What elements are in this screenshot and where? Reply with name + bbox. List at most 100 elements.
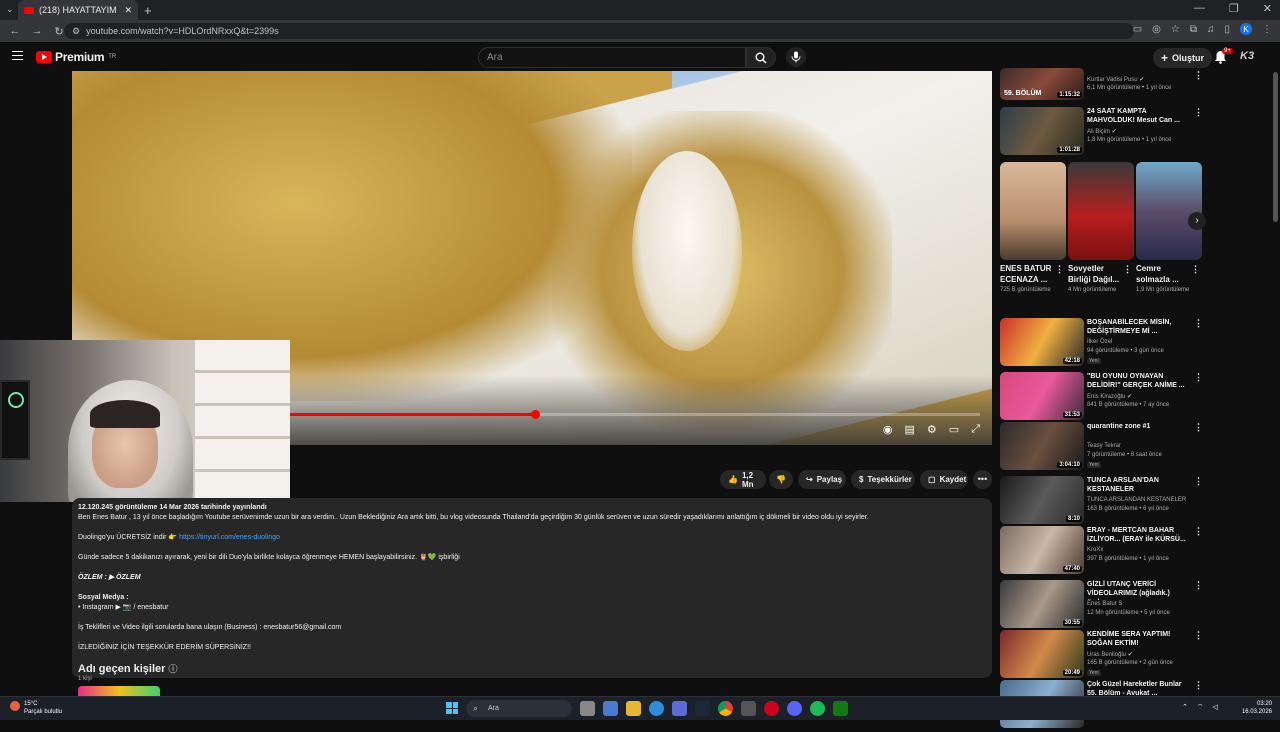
video-title[interactable]: "BU OYUNU OYNAYAN DELİDİR!" GERÇEK ANİME… xyxy=(1087,372,1191,390)
video-menu-icon[interactable]: ⋮ xyxy=(1194,107,1203,118)
video-menu-icon[interactable]: ⋮ xyxy=(1194,70,1203,81)
short-thumbnail[interactable] xyxy=(1000,162,1066,260)
cast-icon[interactable]: ▭ xyxy=(1133,24,1142,35)
thanks-button[interactable]: $ Teşekkürler xyxy=(851,470,915,489)
video-channel[interactable]: Uras Benlioğlu ✔ xyxy=(1087,651,1197,658)
close-window-icon[interactable]: ✕ xyxy=(1263,2,1272,15)
video-thumbnail[interactable]: 3:04:10 xyxy=(1000,422,1084,470)
video-title[interactable]: KENDİME SERA YAPTIM! SOĞAN EKTİM! xyxy=(1087,630,1191,648)
progress-scrubber[interactable] xyxy=(530,410,540,419)
video-channel[interactable]: İlker Özel xyxy=(1087,339,1197,345)
short-title[interactable]: ENES BATUR ECENAZA ... xyxy=(1000,263,1056,285)
info-icon[interactable]: ⓘ xyxy=(169,664,178,674)
sidebar-video[interactable]: 3:04:10 quarantine zone #1 Teasy Tekrar 7 g… xyxy=(1000,422,1205,474)
duolingo-link[interactable]: https://tinyurl.com/enes-duolingo xyxy=(179,534,280,541)
voice-search-button[interactable] xyxy=(786,47,806,67)
video-channel[interactable]: Enes Batur S xyxy=(1087,601,1197,607)
share-button[interactable]: ↪ Paylaş xyxy=(798,470,846,489)
xbox-icon[interactable] xyxy=(833,701,848,716)
video-thumbnail[interactable]: 47:40 xyxy=(1000,526,1084,574)
account-avatar[interactable]: K3 xyxy=(1240,50,1258,66)
media-icon[interactable]: ♫ xyxy=(1207,24,1215,35)
volume-icon[interactable]: ◁ xyxy=(1212,703,1217,712)
back-icon[interactable]: ← xyxy=(8,25,22,37)
edge-icon[interactable] xyxy=(649,701,664,716)
shorts-next-button[interactable]: › xyxy=(1188,212,1206,230)
video-channel[interactable]: Enis Kirazoğlu ✔ xyxy=(1087,393,1197,400)
ozlem-line[interactable]: ÖZLEM : ▶ ÖZLEM xyxy=(78,573,986,583)
video-channel[interactable]: KroXx xyxy=(1087,547,1197,553)
video-thumbnail[interactable]: 8:10 xyxy=(1000,476,1084,524)
dislike-button[interactable]: 👎 xyxy=(769,470,793,489)
sidebar-video[interactable]: 30:55 GİZLİ UTANÇ VERİCİ VİDEOLARIMIZ (ağ… xyxy=(1000,580,1205,632)
sidebar-video[interactable]: 1:01:28 24 SAAT KAMPTA MAHVOLDUK! Mesut … xyxy=(1000,107,1205,159)
minimize-icon[interactable]: — xyxy=(1194,2,1205,15)
video-title[interactable]: TUNCA ARSLAN'DAN KESTANELER xyxy=(1087,476,1191,494)
video-thumbnail[interactable]: 20:49 xyxy=(1000,630,1084,678)
store-icon[interactable] xyxy=(672,701,687,716)
video-title[interactable]: 24 SAAT KAMPTA MAHVOLDUK! Mesut Can ... xyxy=(1087,107,1191,125)
spotify-icon[interactable] xyxy=(810,701,825,716)
sidepanel-icon[interactable]: ▯ xyxy=(1224,24,1230,35)
video-menu-icon[interactable]: ⋮ xyxy=(1194,422,1203,433)
network-icon[interactable]: ⌔ xyxy=(1197,703,1204,712)
video-menu-icon[interactable]: ⋮ xyxy=(1194,372,1203,383)
steam-icon[interactable] xyxy=(695,701,710,716)
autoplay-icon[interactable]: ◉ xyxy=(883,423,893,436)
video-thumbnail[interactable]: 59. BÖLÜM 1:15:32 xyxy=(1000,68,1084,100)
video-thumbnail[interactable]: 30:55 xyxy=(1000,580,1084,628)
video-menu-icon[interactable]: ⋮ xyxy=(1194,680,1203,691)
browser-menu-icon[interactable]: ⋮ xyxy=(1262,24,1272,35)
video-description[interactable]: 12.120.245 görüntüleme 14 Mar 2026 tarih… xyxy=(72,498,992,678)
discord-icon[interactable] xyxy=(787,701,802,716)
video-menu-icon[interactable]: ⋮ xyxy=(1194,630,1203,641)
video-thumbnail[interactable]: 1:01:28 xyxy=(1000,107,1084,155)
video-menu-icon[interactable]: ⋮ xyxy=(1194,526,1203,537)
video-menu-icon[interactable]: ⋮ xyxy=(1194,318,1203,329)
sidebar-video[interactable]: 20:49 KENDİME SERA YAPTIM! SOĞAN EKTİM! Ur… xyxy=(1000,630,1205,682)
search-button[interactable] xyxy=(746,47,776,68)
close-tab-icon[interactable]: ✕ xyxy=(124,5,132,16)
eye-off-icon[interactable]: ◎ xyxy=(1152,24,1161,35)
instagram-line[interactable]: • Instagram ▶ 📷 / enesbatur xyxy=(78,603,986,613)
video-channel[interactable]: Ali Biçim ✔ xyxy=(1087,128,1197,135)
task-view-icon[interactable] xyxy=(580,701,595,716)
video-title[interactable]: GİZLİ UTANÇ VERİCİ VİDEOLARIMIZ (ağladık… xyxy=(1087,580,1191,600)
chrome-icon[interactable] xyxy=(718,701,733,716)
video-thumbnail[interactable]: 31:53 xyxy=(1000,372,1084,420)
video-channel[interactable]: Teasy Tekrar xyxy=(1087,443,1197,449)
hamburger-menu-icon[interactable] xyxy=(12,51,23,60)
subtitles-icon[interactable]: ▤ xyxy=(905,423,915,436)
short-thumbnail[interactable] xyxy=(1136,162,1202,260)
profile-avatar[interactable]: K xyxy=(1240,23,1252,35)
like-button[interactable]: 👍 1,2 Mn xyxy=(720,470,766,489)
settings-icon[interactable] xyxy=(741,701,756,716)
video-channel[interactable]: Kurtlar Vadisi Pusu ✔ xyxy=(1087,76,1197,83)
fullscreen-icon[interactable]: ⤢ xyxy=(971,423,980,436)
video-menu-icon[interactable]: ⋮ xyxy=(1194,476,1203,487)
short-menu-icon[interactable]: ⋮ xyxy=(1191,264,1200,275)
new-tab-button[interactable]: + xyxy=(144,3,152,18)
bookmark-star-icon[interactable]: ☆ xyxy=(1171,24,1180,35)
more-actions-button[interactable]: ••• xyxy=(973,470,992,489)
video-thumbnail[interactable]: 42:18 xyxy=(1000,318,1084,366)
sidebar-video[interactable]: 47:40 ERAY - MERTCAN BAHAR İZLİYOR... (ER… xyxy=(1000,526,1205,578)
extensions-icon[interactable]: ⧉ xyxy=(1190,24,1197,35)
video-title[interactable]: BOŞANABİLECEK MİSİN, DEĞİŞTİRMEYE Mİ ... xyxy=(1087,318,1191,336)
short-title[interactable]: Sovyetler Birliği Dağıl... xyxy=(1068,263,1124,285)
address-bar[interactable]: ⚙ youtube.com/watch?v=HDLOrdNRxxQ&t=2399… xyxy=(64,23,1134,39)
search-input[interactable]: Ara xyxy=(478,47,746,68)
page-scrollbar[interactable] xyxy=(1273,72,1278,222)
video-menu-icon[interactable]: ⋮ xyxy=(1194,580,1203,591)
youtube-premium-logo[interactable]: Premium TR xyxy=(36,50,116,64)
sidebar-video[interactable]: 31:53 "BU OYUNU OYNAYAN DELİDİR!" GERÇEK … xyxy=(1000,372,1205,424)
sidebar-video[interactable]: 42:18 BOŞANABİLECEK MİSİN, DEĞİŞTİRMEYE M… xyxy=(1000,318,1205,370)
video-title[interactable]: quarantine zone #1 xyxy=(1087,422,1191,431)
video-channel[interactable]: TUNCA ARSLANDAN KESTANELER xyxy=(1087,497,1197,503)
windows-start-icon[interactable] xyxy=(446,702,458,714)
settings-gear-icon[interactable]: ⚙ xyxy=(927,423,937,436)
weather-widget[interactable]: 15°C Parçalı bulutlu xyxy=(10,700,62,716)
create-button[interactable]: + Oluştur xyxy=(1153,48,1213,68)
browser-tab[interactable]: (218) HAYATTAYIM VLOG - YouTube ✕ xyxy=(18,0,138,20)
opera-icon[interactable] xyxy=(764,701,779,716)
